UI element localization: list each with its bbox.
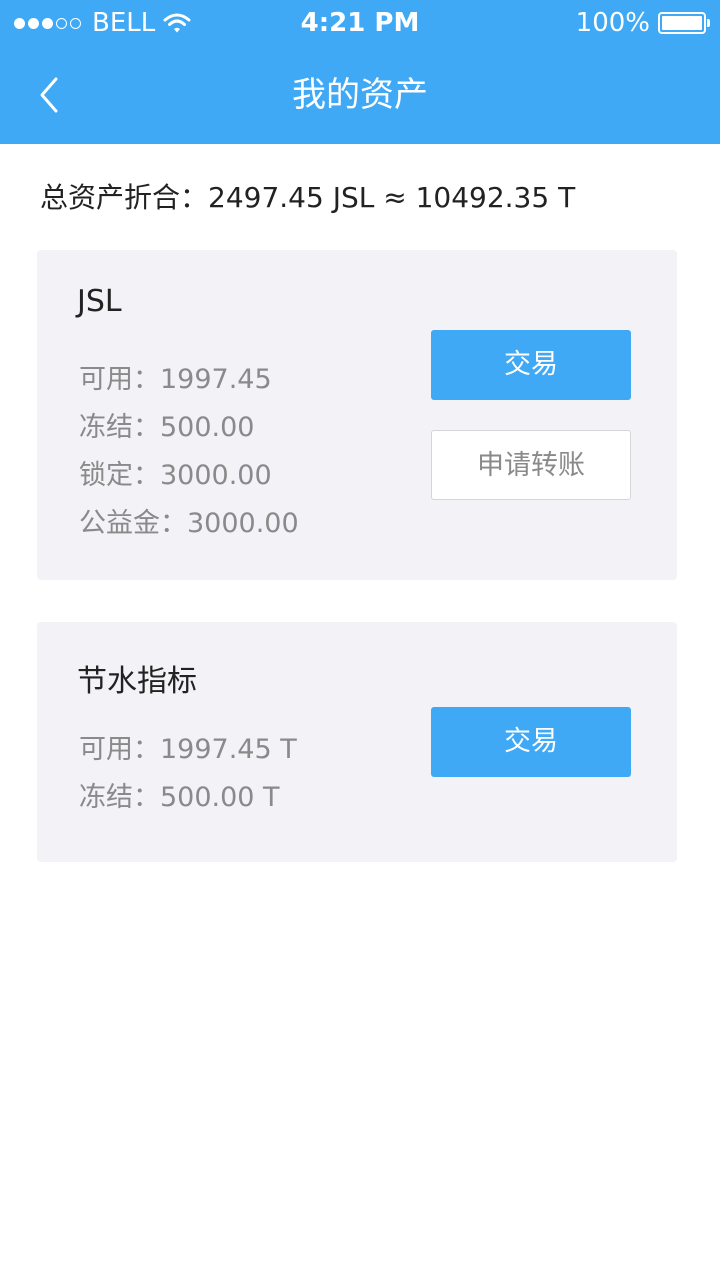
asset-charity-fund: 公益金：3000.00 <box>79 508 299 539</box>
asset-details: 可用：1997.45 冻结：500.00 锁定：3000.00 公益金：3000… <box>79 356 299 548</box>
asset-available: 可用：1997.45 <box>79 364 272 395</box>
trade-button[interactable]: 交易 <box>431 707 631 777</box>
asset-title: 节水指标 <box>77 664 197 699</box>
trade-button[interactable]: 交易 <box>431 330 631 400</box>
total-assets-summary: 总资产折合：2497.45 JSL ≈ 10492.35 T <box>40 181 576 214</box>
status-bar: BELL 4:21 PM 100% <box>0 0 720 46</box>
nav-bar: 我的资产 <box>0 46 720 144</box>
asset-card-jsl: JSL 可用：1997.45 冻结：500.00 锁定：3000.00 公益金：… <box>37 250 677 580</box>
battery-icon <box>658 12 710 34</box>
asset-title: JSL <box>77 284 122 319</box>
battery-tip <box>707 19 710 27</box>
asset-details: 可用：1997.45 T 冻结：500.00 T <box>79 726 297 822</box>
asset-card-water-saving-quota: 节水指标 可用：1997.45 T 冻结：500.00 T 交易 <box>37 622 677 862</box>
back-button[interactable] <box>30 72 70 118</box>
page-title: 我的资产 <box>292 75 428 115</box>
chevron-left-icon <box>40 77 58 113</box>
asset-frozen: 冻结：500.00 <box>79 412 255 443</box>
asset-frozen: 冻结：500.00 T <box>79 782 280 813</box>
asset-locked: 锁定：3000.00 <box>79 460 272 491</box>
status-right: 100% <box>575 8 710 38</box>
asset-available: 可用：1997.45 T <box>79 734 297 765</box>
battery-percentage: 100% <box>575 8 650 38</box>
transfer-request-button[interactable]: 申请转账 <box>431 430 631 500</box>
battery-fill <box>662 16 702 30</box>
